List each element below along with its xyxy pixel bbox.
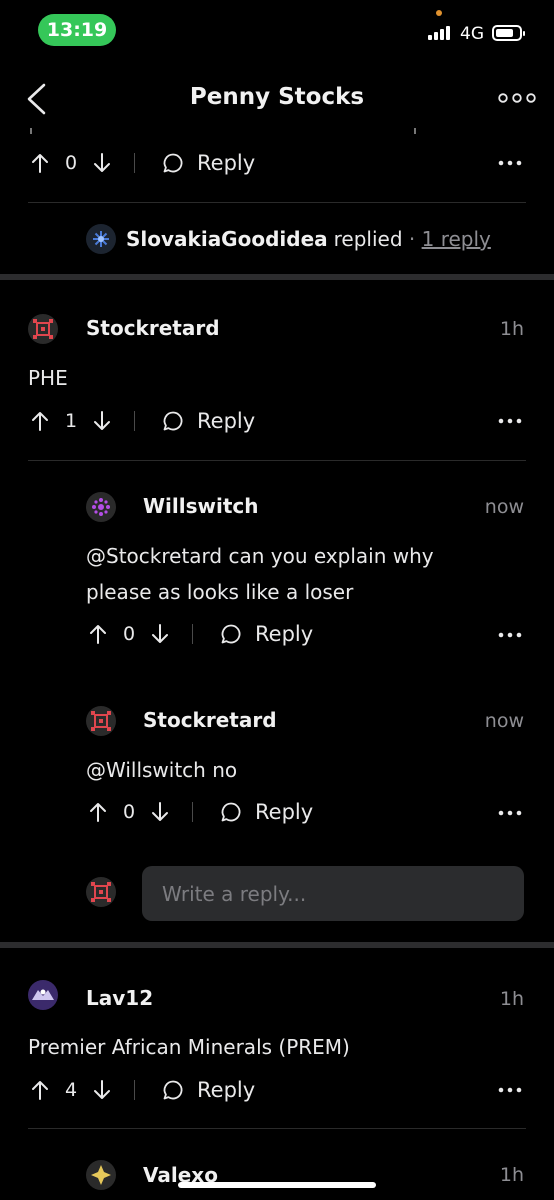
- reply-author[interactable]: Willswitch: [143, 494, 259, 518]
- vote-row: 0 Reply: [86, 618, 313, 650]
- comment-more-icon[interactable]: [498, 1086, 522, 1094]
- avatar[interactable]: [28, 980, 58, 1010]
- reply-bubble-icon: [219, 622, 243, 646]
- reply-button[interactable]: Reply: [161, 1078, 255, 1102]
- reply-time: now: [484, 710, 524, 732]
- vote-count: 0: [122, 801, 136, 823]
- comment-more-icon[interactable]: [498, 417, 522, 425]
- reply-text: @Stockretard can you explain why: [86, 544, 434, 568]
- downvote-icon[interactable]: [148, 800, 172, 824]
- reply-label: Reply: [197, 1078, 256, 1102]
- divider: [134, 411, 135, 431]
- scroll-fragment: [30, 128, 32, 134]
- reply-button[interactable]: Reply: [219, 800, 313, 824]
- section-separator: [0, 942, 554, 948]
- upvote-icon[interactable]: [86, 622, 110, 646]
- comment-time: 1h: [499, 318, 524, 340]
- comment-text: Premier African Minerals (PREM): [28, 1035, 350, 1059]
- page-title: Penny Stocks: [189, 84, 365, 110]
- vote-count: 0: [64, 152, 78, 174]
- reply-summary-text: replied: [333, 227, 403, 251]
- vote-row: 4 Reply: [28, 1074, 255, 1106]
- reply-author[interactable]: Stockretard: [143, 708, 277, 732]
- vote-row: 0 Reply: [28, 147, 255, 179]
- vote-count: 0: [122, 623, 136, 645]
- divider: [192, 802, 193, 822]
- section-separator: [0, 274, 554, 280]
- downvote-icon[interactable]: [90, 1078, 114, 1102]
- divider: [192, 624, 193, 644]
- more-options-icon[interactable]: [498, 90, 536, 106]
- reply-time: now: [484, 496, 524, 518]
- downvote-icon[interactable]: [90, 409, 114, 433]
- downvote-icon[interactable]: [148, 622, 172, 646]
- reply-button[interactable]: Reply: [219, 622, 313, 646]
- avatar[interactable]: [86, 1160, 116, 1190]
- privacy-indicator: [436, 10, 442, 16]
- replies-summary[interactable]: SlovakiaGoodidea replied · 1 reply: [86, 224, 491, 254]
- reply-more-icon[interactable]: [498, 631, 522, 639]
- reply-label: Reply: [197, 151, 256, 175]
- network-label: 4G: [460, 24, 484, 44]
- reply-text: @Willswitch no: [86, 758, 238, 782]
- downvote-icon[interactable]: [90, 151, 114, 175]
- divider: [28, 202, 526, 203]
- avatar[interactable]: [28, 314, 58, 344]
- upvote-icon[interactable]: [28, 151, 52, 175]
- reply-button[interactable]: Reply: [161, 151, 255, 175]
- upvote-icon[interactable]: [28, 1078, 52, 1102]
- comment-time: 1h: [499, 988, 524, 1010]
- avatar: [86, 224, 116, 254]
- reply-label: Reply: [255, 800, 314, 824]
- divider: [134, 1080, 135, 1100]
- comment-text: PHE: [28, 366, 68, 390]
- reply-label: Reply: [255, 622, 314, 646]
- vote-count: 1: [64, 410, 78, 432]
- home-indicator[interactable]: [178, 1182, 376, 1188]
- reply-more-icon[interactable]: [498, 809, 522, 817]
- reply-count-link[interactable]: 1 reply: [422, 227, 491, 251]
- vote-row: 1 Reply: [28, 405, 255, 437]
- scroll-fragment: [414, 128, 416, 134]
- reply-label: Reply: [197, 409, 256, 433]
- reply-bubble-icon: [219, 800, 243, 824]
- reply-bubble-icon: [161, 409, 185, 433]
- divider: [28, 1128, 526, 1129]
- battery-icon: [492, 25, 525, 41]
- reply-input-placeholder: Write a reply...: [162, 881, 307, 906]
- reply-bubble-icon: [161, 1078, 185, 1102]
- reply-summary-user: SlovakiaGoodidea: [126, 227, 328, 251]
- vote-row: 0 Reply: [86, 796, 313, 828]
- divider: [134, 153, 135, 173]
- reply-button[interactable]: Reply: [161, 409, 255, 433]
- vote-count: 4: [64, 1079, 78, 1101]
- comment-author[interactable]: Lav12: [86, 986, 153, 1010]
- avatar[interactable]: [86, 492, 116, 522]
- reply-summary-separator: ·: [402, 227, 422, 251]
- reply-text: please as looks like a loser: [86, 580, 354, 604]
- status-time: 13:19: [38, 14, 116, 46]
- current-user-avatar: [86, 877, 116, 907]
- reply-time: 1h: [499, 1164, 524, 1186]
- comment-more-icon[interactable]: [498, 159, 522, 167]
- divider: [28, 460, 526, 461]
- signal-icon: [428, 26, 450, 40]
- reply-input[interactable]: Write a reply...: [142, 866, 524, 921]
- avatar[interactable]: [86, 706, 116, 736]
- comment-author[interactable]: Stockretard: [86, 316, 220, 340]
- upvote-icon[interactable]: [86, 800, 110, 824]
- reply-bubble-icon: [161, 151, 185, 175]
- upvote-icon[interactable]: [28, 409, 52, 433]
